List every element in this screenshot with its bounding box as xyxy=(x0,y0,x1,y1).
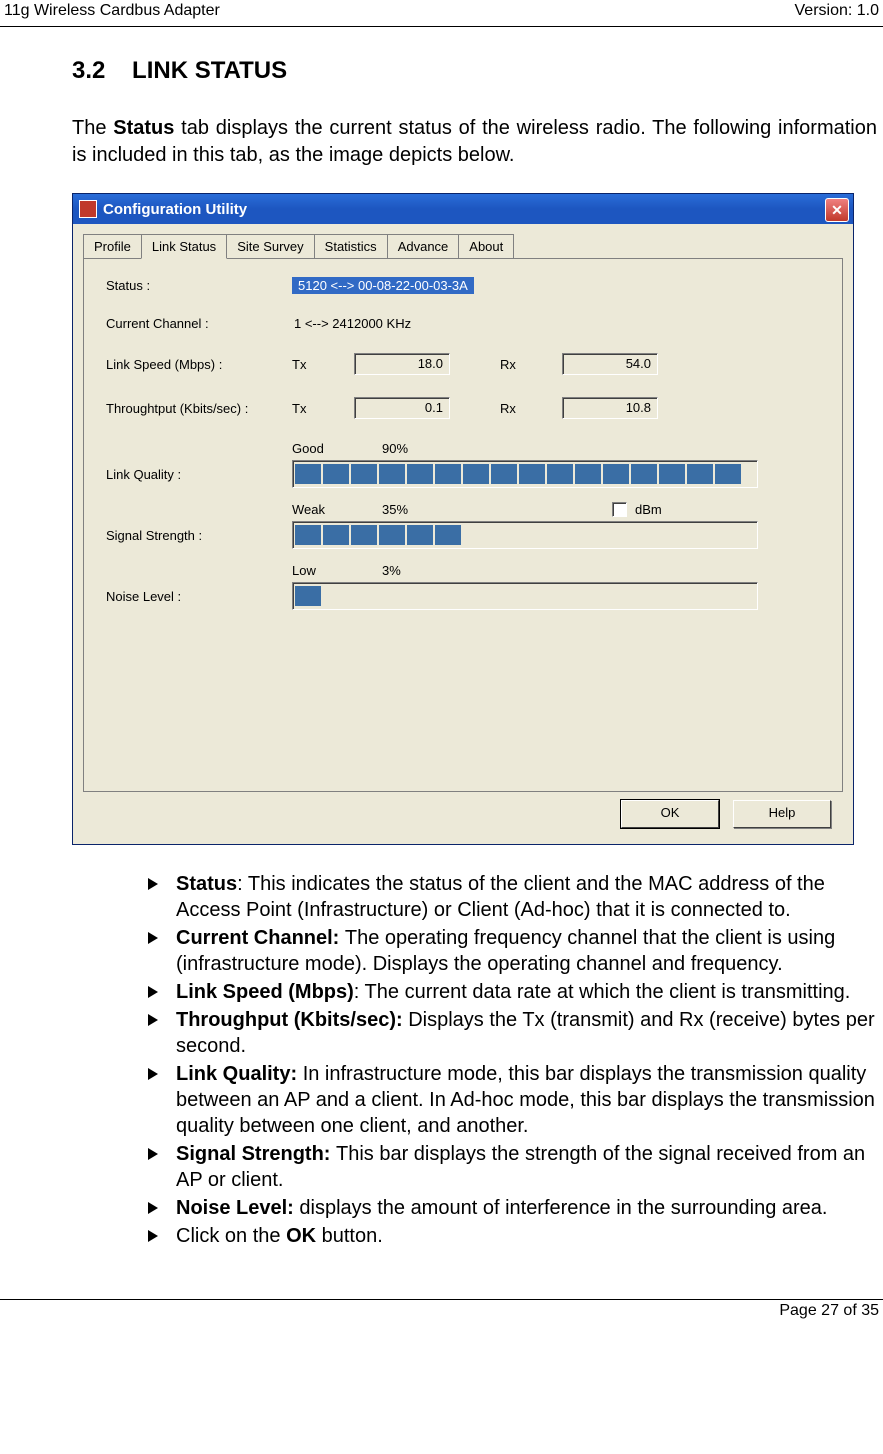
page-header: 11g Wireless Cardbus Adapter Version: 1.… xyxy=(0,0,883,27)
channel-value: 1 <--> 2412000 KHz xyxy=(292,316,411,331)
tab-link-status[interactable]: Link Status xyxy=(141,234,227,259)
list-item: Click on the OK button. xyxy=(140,1223,877,1249)
nl-word: Low xyxy=(292,563,382,578)
close-icon[interactable]: ✕ xyxy=(825,198,849,222)
throughput-label: Throughtput (Kbits/sec) : xyxy=(106,401,292,416)
dialog-title: Configuration Utility xyxy=(103,201,247,218)
noise-label: Noise Level : xyxy=(106,589,292,604)
doc-version: Version: 1.0 xyxy=(795,2,880,20)
doc-title: 11g Wireless Cardbus Adapter xyxy=(4,2,220,20)
tab-about[interactable]: About xyxy=(458,234,514,259)
tab-advance[interactable]: Advance xyxy=(387,234,460,259)
section-title: LINK STATUS xyxy=(132,57,287,84)
noise-bar xyxy=(292,582,758,610)
ss-pct: 35% xyxy=(382,502,442,517)
throughput-rx-value: 10.8 xyxy=(562,397,658,419)
list-item: Link Speed (Mbps): The current data rate… xyxy=(140,979,877,1005)
linkspeed-rx-value: 54.0 xyxy=(562,353,658,375)
section-heading: 3.2 LINK STATUS xyxy=(72,57,877,85)
ok-button[interactable]: OK xyxy=(621,800,719,828)
page-number: Page 27 of 35 xyxy=(779,1302,879,1319)
nl-pct: 3% xyxy=(382,563,442,578)
tx-label-2: Tx xyxy=(292,401,332,416)
dbm-label: dBm xyxy=(635,502,662,517)
signal-label: Signal Strength : xyxy=(106,528,292,543)
dbm-checkbox[interactable] xyxy=(612,502,627,517)
list-item: Status: This indicates the status of the… xyxy=(140,871,877,923)
linkquality-bar xyxy=(292,460,758,488)
list-item: Current Channel: The operating frequency… xyxy=(140,925,877,977)
status-value: 5120 <--> 00-08-22-00-03-3A xyxy=(292,277,474,294)
lq-word: Good xyxy=(292,441,382,456)
tab-statistics[interactable]: Statistics xyxy=(314,234,388,259)
help-button[interactable]: Help xyxy=(733,800,831,828)
list-item: Throughput (Kbits/sec): Displays the Tx … xyxy=(140,1007,877,1059)
channel-label: Current Channel : xyxy=(106,316,292,331)
tab-site-survey[interactable]: Site Survey xyxy=(226,234,314,259)
list-item: Noise Level: displays the amount of inte… xyxy=(140,1195,877,1221)
ss-word: Weak xyxy=(292,502,382,517)
page-footer: Page 27 of 35 xyxy=(0,1299,883,1322)
list-item: Link Quality: In infrastructure mode, th… xyxy=(140,1061,877,1139)
tx-label: Tx xyxy=(292,357,332,372)
rx-label-2: Rx xyxy=(500,401,540,416)
rx-label: Rx xyxy=(500,357,540,372)
signal-bar xyxy=(292,521,758,549)
bullet-list: Status: This indicates the status of the… xyxy=(72,871,877,1249)
section-number: 3.2 xyxy=(72,57,105,84)
intro-paragraph: The Status tab displays the current stat… xyxy=(72,115,877,169)
app-icon xyxy=(79,200,97,218)
linkquality-label: Link Quality : xyxy=(106,467,292,482)
tab-profile[interactable]: Profile xyxy=(83,234,142,259)
lq-pct: 90% xyxy=(382,441,442,456)
linkspeed-tx-value: 18.0 xyxy=(354,353,450,375)
throughput-tx-value: 0.1 xyxy=(354,397,450,419)
titlebar: Configuration Utility ✕ xyxy=(73,194,853,224)
config-utility-dialog: Configuration Utility ✕ Profile Link Sta… xyxy=(72,193,854,845)
list-item: Signal Strength: This bar displays the s… xyxy=(140,1141,877,1193)
linkspeed-label: Link Speed (Mbps) : xyxy=(106,357,292,372)
status-label: Status : xyxy=(106,278,292,293)
